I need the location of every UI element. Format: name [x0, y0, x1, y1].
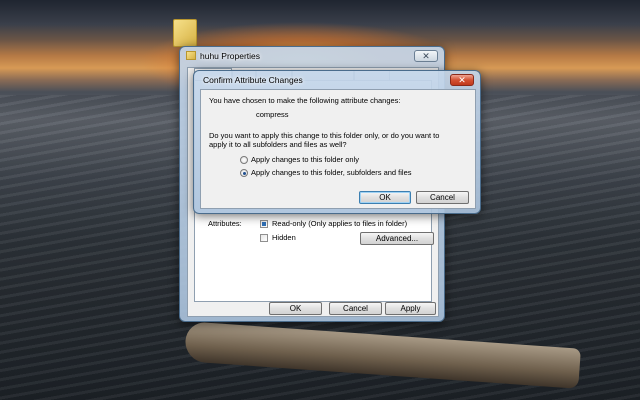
radio-folder-only-label[interactable]: Apply changes to this folder only: [251, 155, 359, 164]
ok-button[interactable]: OK: [269, 302, 322, 315]
folder-icon[interactable]: [173, 19, 197, 47]
confirm-close-button[interactable]: ✕: [450, 74, 474, 86]
confirm-ok-button[interactable]: OK: [359, 191, 411, 204]
radio-folder-only[interactable]: [240, 156, 248, 164]
confirm-titlebar[interactable]: Confirm Attribute Changes ✕: [194, 71, 480, 89]
advanced-button[interactable]: Advanced...: [360, 232, 434, 245]
radio-folder-subfolders-files[interactable]: [240, 169, 248, 177]
folder-icon: [186, 51, 196, 60]
intro-text: You have chosen to make the following at…: [209, 96, 401, 105]
confirm-client-area: You have chosen to make the following at…: [200, 89, 476, 209]
question-line-1: Do you want to apply this change to this…: [209, 131, 440, 140]
hidden-checkbox[interactable]: [260, 234, 268, 242]
radio-folder-subfolders-files-label[interactable]: Apply changes to this folder, subfolders…: [251, 168, 412, 177]
hidden-label: Hidden: [272, 233, 296, 242]
read-only-checkbox[interactable]: [260, 220, 268, 228]
properties-titlebar[interactable]: huhu Properties ✕: [180, 47, 444, 65]
read-only-label: Read-only (Only applies to files in fold…: [272, 219, 408, 228]
confirm-attribute-changes-dialog: Confirm Attribute Changes ✕ You have cho…: [193, 70, 481, 214]
confirm-title: Confirm Attribute Changes: [203, 75, 303, 85]
question-line-2: apply it to all subfolders and files as …: [209, 140, 347, 149]
apply-button[interactable]: Apply: [385, 302, 436, 315]
attributes-label: Attributes:: [208, 219, 242, 228]
properties-close-button[interactable]: ✕: [414, 50, 438, 62]
properties-title: huhu Properties: [200, 51, 261, 61]
change-text: compress: [256, 110, 289, 119]
confirm-cancel-button[interactable]: Cancel: [416, 191, 469, 204]
cancel-button[interactable]: Cancel: [329, 302, 382, 315]
